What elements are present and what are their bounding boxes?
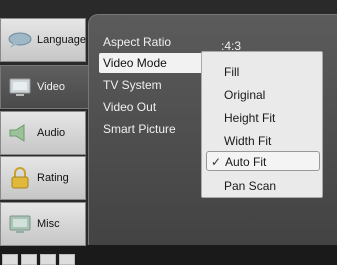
- tab-language[interactable]: Language: [0, 18, 86, 62]
- tab-language-label: Language: [37, 34, 86, 46]
- tab-audio-label: Audio: [37, 127, 66, 139]
- setting-video-mode[interactable]: Video Mode: [99, 53, 203, 73]
- page-dot: [21, 254, 37, 265]
- option-pan-scan[interactable]: Pan Scan: [224, 176, 276, 196]
- tab-misc-label: Misc: [37, 218, 60, 230]
- monitor-icon: [7, 213, 33, 235]
- checkmark-icon: ✓: [211, 155, 222, 169]
- tab-audio[interactable]: Audio: [0, 111, 86, 155]
- page-dot: [59, 254, 75, 265]
- speaker-icon: [7, 122, 33, 144]
- tab-rating-label: Rating: [37, 172, 69, 184]
- setting-video-out[interactable]: Video Out: [103, 97, 156, 117]
- page-indicator: [2, 254, 75, 265]
- setting-smart-picture[interactable]: Smart Picture: [103, 119, 176, 139]
- video-mode-dropdown: Fill Original Height Fit Width Fit ✓ Aut…: [201, 51, 323, 198]
- tab-video[interactable]: Video: [0, 65, 90, 109]
- tab-misc[interactable]: Misc: [0, 202, 86, 246]
- monitor-icon: [7, 76, 33, 98]
- lock-icon: [7, 167, 33, 189]
- settings-screen: Language Video Audio Rating Misc Aspect …: [0, 0, 337, 265]
- page-dot: [2, 254, 18, 265]
- setting-aspect-ratio[interactable]: Aspect Ratio: [103, 32, 171, 52]
- page-dot: [40, 254, 56, 265]
- option-width-fit[interactable]: Width Fit: [224, 131, 271, 151]
- tab-rating[interactable]: Rating: [0, 156, 86, 200]
- speech-bubble-icon: [7, 29, 33, 51]
- setting-tv-system[interactable]: TV System: [103, 75, 162, 95]
- option-height-fit[interactable]: Height Fit: [224, 108, 275, 128]
- tab-video-label: Video: [37, 81, 65, 93]
- option-auto-fit-label: Auto Fit: [225, 155, 267, 169]
- option-auto-fit[interactable]: ✓ Auto Fit: [206, 151, 320, 171]
- option-original[interactable]: Original: [224, 85, 265, 105]
- sidebar: Language Video Audio Rating Misc: [0, 18, 90, 265]
- option-fill[interactable]: Fill: [224, 62, 239, 82]
